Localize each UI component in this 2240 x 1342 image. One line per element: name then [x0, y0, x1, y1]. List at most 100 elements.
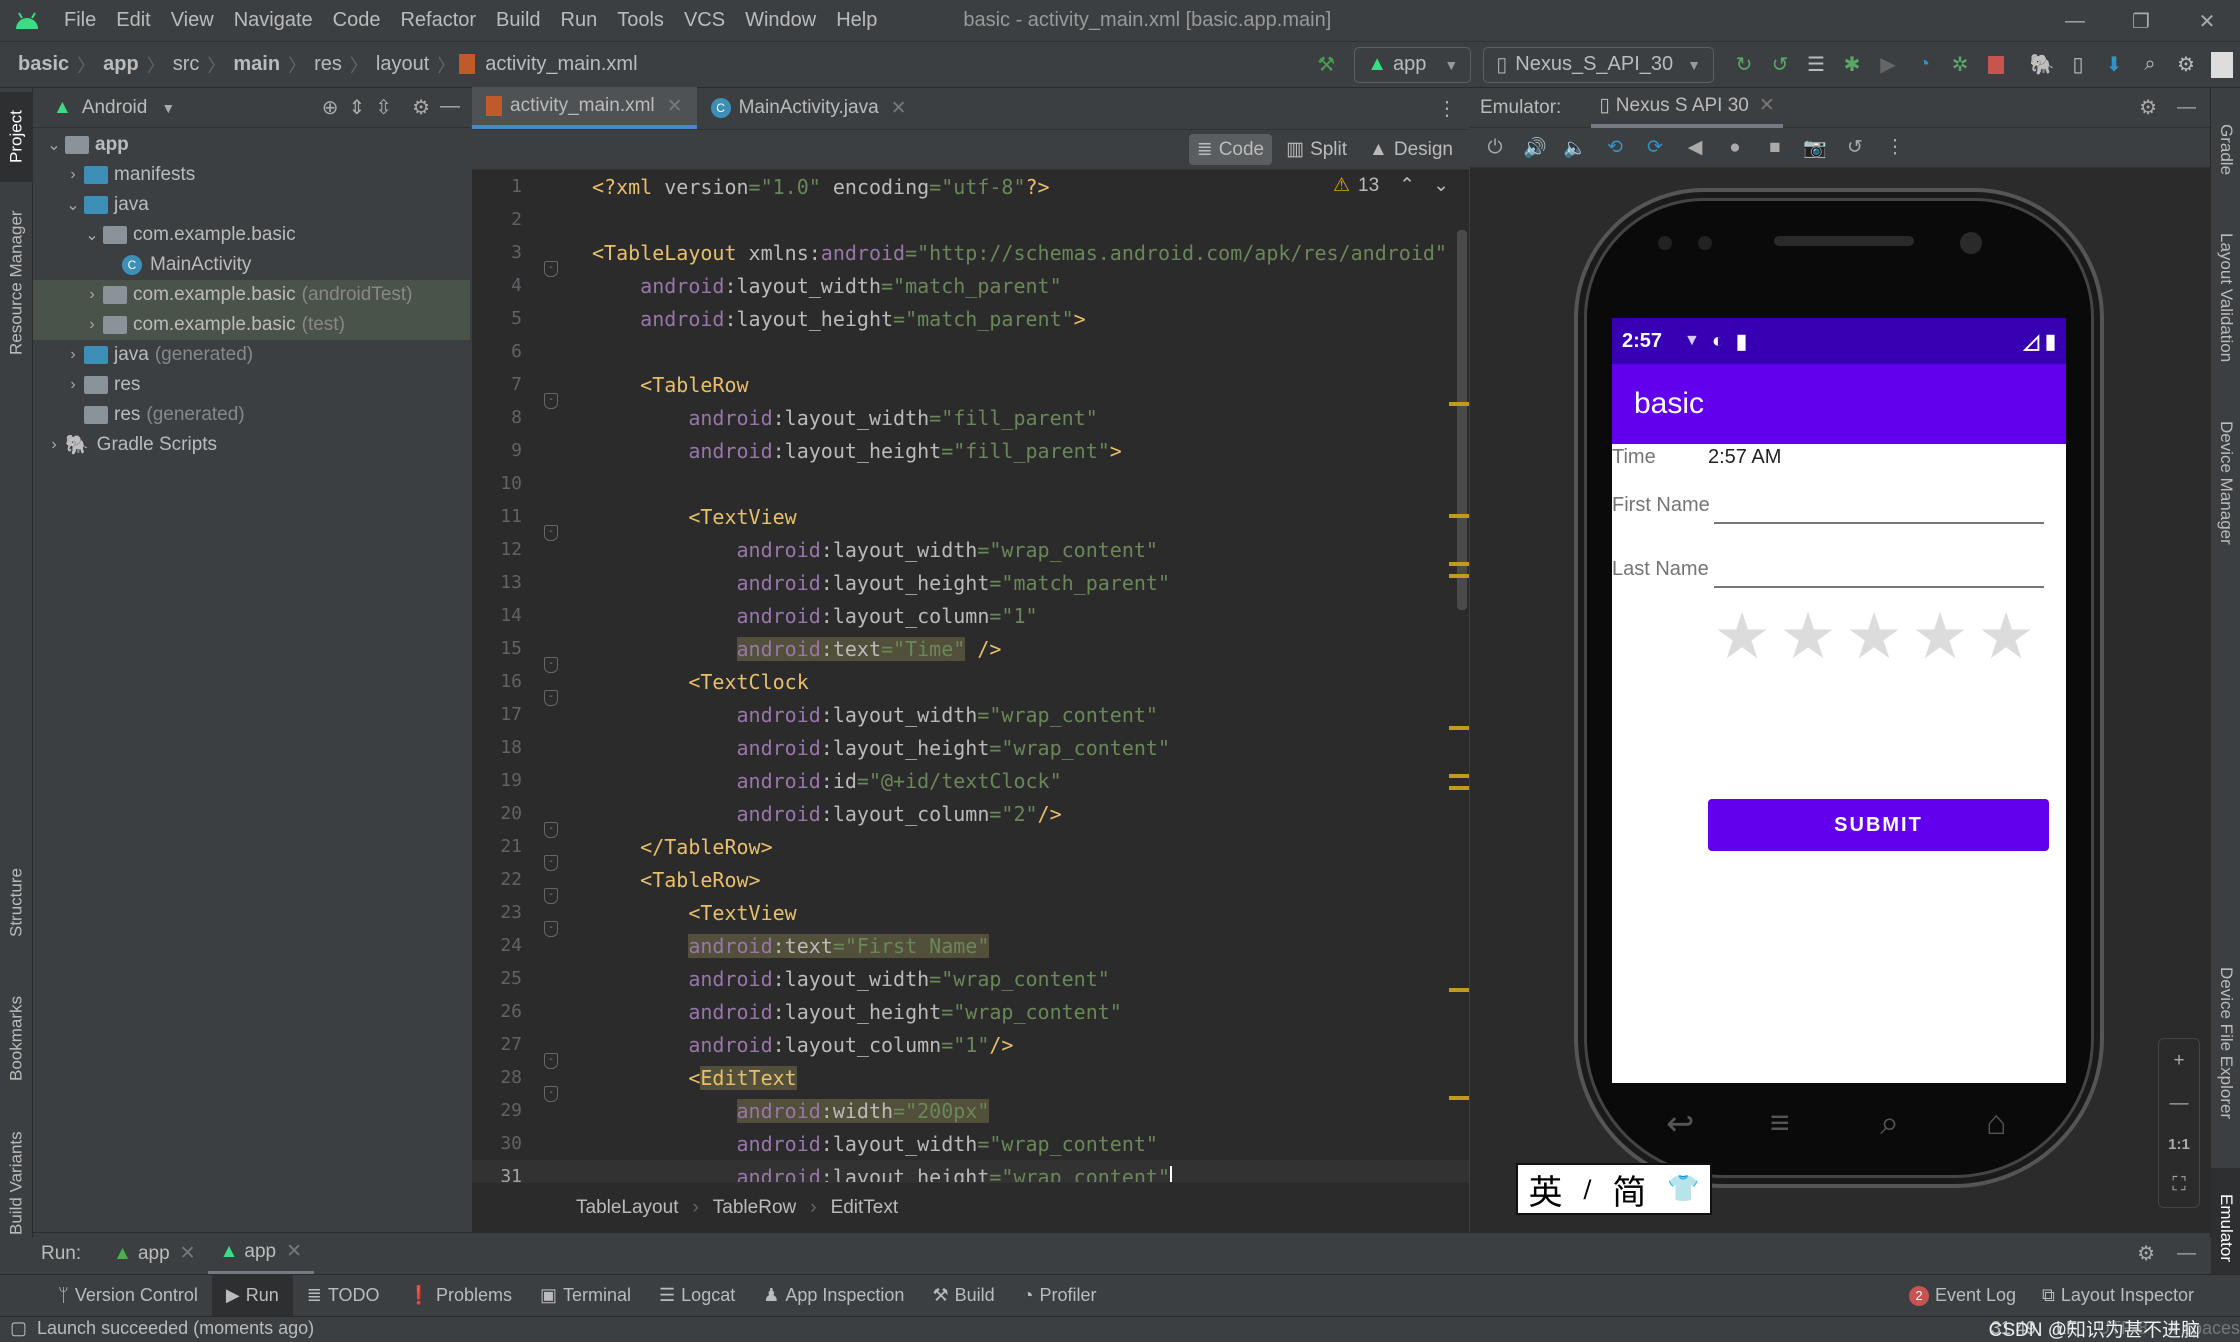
- breadcrumb-file[interactable]: activity_main.xml: [481, 53, 641, 76]
- sdk-manager-icon[interactable]: ⬇: [2096, 47, 2132, 83]
- menu-view[interactable]: View: [161, 9, 224, 32]
- code-line[interactable]: 20- android:layout_column ="2"/>: [472, 797, 1469, 838]
- expand-all-icon[interactable]: ⇕: [349, 95, 366, 120]
- code-line[interactable]: 24 android:text ="First Name": [472, 929, 1469, 962]
- rating-star[interactable]: ★: [1844, 604, 1904, 668]
- device-select[interactable]: ▯ Nexus_S_API_30 ▼: [1483, 46, 1714, 83]
- editor-scrollbar[interactable]: [1457, 230, 1467, 610]
- code-line[interactable]: 21- </TableRow>: [472, 830, 1469, 871]
- tree-item[interactable]: ⌄ app: [33, 130, 470, 160]
- breadcrumb-item[interactable]: app: [99, 53, 143, 76]
- sync-icon[interactable]: ☰: [1798, 47, 1834, 83]
- chevron-down-icon[interactable]: ⌄: [62, 195, 84, 215]
- gear-icon[interactable]: ⚙: [2137, 1241, 2155, 1266]
- home-icon[interactable]: ●: [1718, 131, 1752, 165]
- collapse-all-icon[interactable]: ⇳: [375, 95, 392, 120]
- chevron-right-icon[interactable]: ›: [43, 436, 65, 454]
- close-icon[interactable]: ✕: [286, 1240, 302, 1263]
- breadcrumb-item[interactable]: basic: [14, 53, 73, 76]
- stop-icon[interactable]: [1978, 47, 2014, 83]
- code-line[interactable]: 8 android:layout_width ="fill_parent": [472, 401, 1469, 434]
- emulator-device-tab[interactable]: ▯ Nexus S API 30 ✕: [1591, 88, 1783, 128]
- settings-icon[interactable]: ⚙: [2168, 47, 2204, 83]
- code-line[interactable]: 22- <TableRow>: [472, 863, 1469, 904]
- layout-inspector-button[interactable]: ⧉ Layout Inspector: [2042, 1285, 2194, 1306]
- rating-star[interactable]: ★: [1778, 604, 1838, 668]
- hammer-icon[interactable]: ⚒: [1308, 47, 1344, 83]
- tree-item[interactable]: › res: [33, 370, 470, 400]
- toggle-tool-windows-icon[interactable]: ▢: [10, 1318, 27, 1339]
- more-tabs-icon[interactable]: ⋮: [1437, 96, 1457, 121]
- chevron-right-icon[interactable]: ›: [62, 346, 84, 364]
- warning-marker[interactable]: [1449, 774, 1469, 778]
- apply-changes-icon[interactable]: ↻: [1726, 47, 1762, 83]
- warning-marker[interactable]: [1449, 402, 1469, 406]
- editor-tab[interactable]: C MainActivity.java ✕: [697, 87, 921, 129]
- zoom-in-button[interactable]: +: [2173, 1050, 2184, 1072]
- code-line[interactable]: 1 <?xml version ="1.0" encoding ="utf-8" ?>: [472, 170, 1469, 203]
- warning-marker[interactable]: [1449, 726, 1469, 730]
- menu-window[interactable]: Window: [735, 9, 826, 32]
- device-screen[interactable]: 2:57 ▼ ◐ ▮ ◿ ▮ basic Time 2:57 AM First …: [1612, 318, 2066, 1083]
- code-line[interactable]: 15- android:text ="Time" />: [472, 632, 1469, 673]
- chevron-right-icon[interactable]: ›: [62, 166, 84, 184]
- build-variants-tool-tab[interactable]: Build Variants: [0, 1118, 33, 1248]
- chevron-down-icon[interactable]: ⌄: [81, 225, 103, 245]
- close-icon[interactable]: ✕: [667, 95, 683, 118]
- code-line[interactable]: 4 android:layout_width ="match_parent": [472, 269, 1469, 302]
- code-line[interactable]: 10: [472, 467, 1469, 500]
- tool-window-build[interactable]: ⚒ Build: [918, 1275, 1008, 1317]
- close-icon[interactable]: ✕: [1759, 94, 1775, 117]
- warning-marker[interactable]: [1449, 514, 1469, 518]
- run-config-select[interactable]: ▲ app ▼: [1354, 46, 1472, 83]
- screenshot-icon[interactable]: 📷: [1798, 131, 1832, 165]
- chevron-down-icon[interactable]: ▼: [161, 100, 175, 116]
- profile-icon[interactable]: ◔: [1906, 47, 1942, 83]
- emulator-tool-tab[interactable]: Emulator: [2211, 1168, 2240, 1288]
- tree-item[interactable]: C MainActivity: [33, 250, 470, 280]
- code-line[interactable]: 7- <TableRow: [472, 368, 1469, 409]
- code-line[interactable]: 25 android:layout_width ="wrap_content": [472, 962, 1469, 995]
- rating-star[interactable]: ★: [1976, 604, 2036, 668]
- more-icon[interactable]: ⋮: [1878, 131, 1912, 165]
- menu-refactor[interactable]: Refactor: [390, 9, 486, 32]
- menu-tools[interactable]: Tools: [607, 9, 674, 32]
- menu-vcs[interactable]: VCS: [674, 9, 735, 32]
- gear-icon[interactable]: ⚙: [412, 95, 430, 120]
- rating-star[interactable]: ★: [1712, 604, 1772, 668]
- code-breadcrumb-item[interactable]: EditText: [831, 1197, 899, 1219]
- tool-window-version-control[interactable]: ᛘ Version Control: [44, 1275, 212, 1317]
- last-name-input[interactable]: [1714, 548, 2044, 588]
- breadcrumb-item[interactable]: layout: [372, 53, 433, 76]
- apply-code-changes-icon[interactable]: ↺: [1762, 47, 1798, 83]
- project-view-select[interactable]: Android: [82, 97, 148, 119]
- code-line[interactable]: 18 android:layout_height ="wrap_content": [472, 731, 1469, 764]
- menu-build[interactable]: Build: [486, 9, 550, 32]
- tool-window-run[interactable]: ▶ Run: [211, 1274, 293, 1317]
- zoom-actual-size-button[interactable]: 1:1: [2168, 1136, 2190, 1153]
- search-nav-icon[interactable]: ⌕: [1880, 1104, 1899, 1143]
- warning-marker[interactable]: [1449, 574, 1469, 578]
- gradle-sync-icon[interactable]: 🐘: [2024, 47, 2060, 83]
- tool-window-todo[interactable]: ≣ TODO: [293, 1275, 394, 1317]
- code-mode-button[interactable]: ≣ Code: [1188, 134, 1273, 165]
- menu-help[interactable]: Help: [826, 9, 887, 32]
- account-icon[interactable]: [2204, 47, 2240, 83]
- code-line[interactable]: 16- <TextClock: [472, 665, 1469, 706]
- device-file-explorer-tool-tab[interactable]: Device File Explorer: [2211, 948, 2240, 1138]
- code-line[interactable]: 3- <TableLayout xmlns: android ="http://sch…: [472, 236, 1469, 277]
- debug-icon[interactable]: ✱: [1834, 47, 1870, 83]
- locate-file-icon[interactable]: ⊕: [322, 95, 339, 120]
- chevron-right-icon[interactable]: ›: [62, 376, 84, 394]
- design-mode-button[interactable]: ▲ Design: [1361, 135, 1461, 165]
- code-line[interactable]: 13 android:layout_height ="match_parent": [472, 566, 1469, 599]
- hide-panel-icon[interactable]: —: [2177, 1243, 2196, 1265]
- editor-tab[interactable]: activity_main.xml ✕: [472, 87, 697, 129]
- rating-bar[interactable]: ★ ★ ★ ★ ★: [1712, 604, 2036, 668]
- overview-icon[interactable]: ■: [1758, 131, 1792, 165]
- debug-attach-icon[interactable]: ✲: [1942, 47, 1978, 83]
- code-line[interactable]: 29 android:width ="200px": [472, 1094, 1469, 1127]
- split-mode-button[interactable]: ▥ Split: [1278, 134, 1355, 165]
- close-icon[interactable]: ✕: [180, 1242, 196, 1265]
- menu-navigate[interactable]: Navigate: [224, 9, 323, 32]
